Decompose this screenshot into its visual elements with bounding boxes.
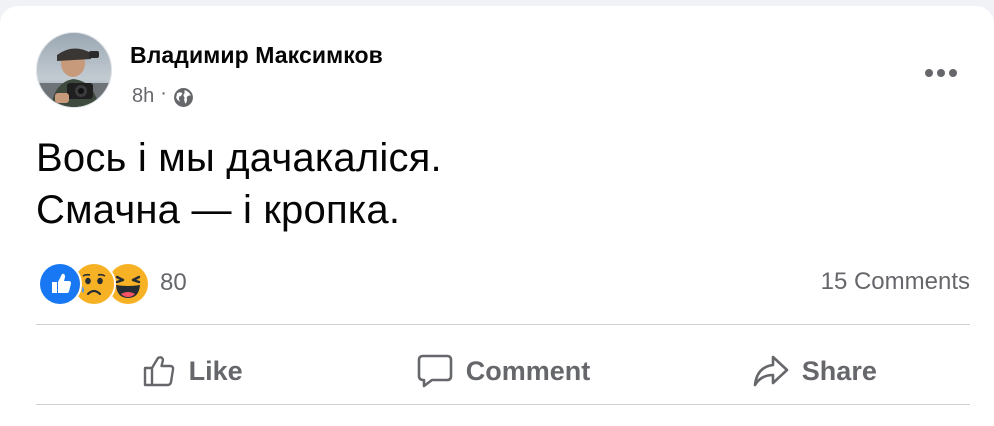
share-label: Share bbox=[801, 355, 877, 386]
post-card: Владимир Максимков 8h · Вось і мы дачака… bbox=[0, 6, 994, 426]
post-text-line: Смачна — і кропка. bbox=[36, 188, 401, 232]
reaction-icons bbox=[38, 262, 150, 306]
comment-icon bbox=[416, 353, 454, 389]
divider bbox=[36, 324, 970, 325]
post-meta: 8h · bbox=[132, 82, 194, 108]
divider bbox=[36, 404, 970, 405]
author-avatar[interactable] bbox=[36, 32, 112, 108]
author-name[interactable]: Владимир Максимков bbox=[130, 42, 383, 69]
share-button[interactable]: Share bbox=[659, 332, 970, 410]
post-text-line: Вось і мы дачакаліся. bbox=[36, 136, 442, 180]
comment-label: Comment bbox=[465, 355, 591, 386]
post-timestamp[interactable]: 8h bbox=[132, 85, 154, 108]
thumbs-up-icon bbox=[141, 353, 177, 389]
comments-count-link[interactable]: 15 Comments bbox=[821, 268, 970, 296]
like-reaction-icon bbox=[38, 262, 82, 306]
action-bar: Like Comment Share bbox=[36, 332, 970, 410]
comment-button[interactable]: Comment bbox=[347, 332, 658, 410]
like-button[interactable]: Like bbox=[36, 332, 347, 410]
reactions-count: 80 bbox=[160, 269, 187, 296]
meta-separator: · bbox=[160, 82, 167, 104]
post-header: Владимир Максимков 8h · bbox=[36, 32, 966, 116]
reactions-summary[interactable]: 80 bbox=[38, 262, 187, 306]
globe-icon[interactable] bbox=[173, 87, 194, 108]
like-label: Like bbox=[188, 355, 243, 386]
avatar-photo bbox=[37, 33, 111, 107]
more-options-icon[interactable] bbox=[920, 56, 962, 90]
post-text: Вось і мы дачакаліся. Смачна — і кропка. bbox=[36, 132, 916, 236]
share-icon bbox=[752, 353, 790, 389]
